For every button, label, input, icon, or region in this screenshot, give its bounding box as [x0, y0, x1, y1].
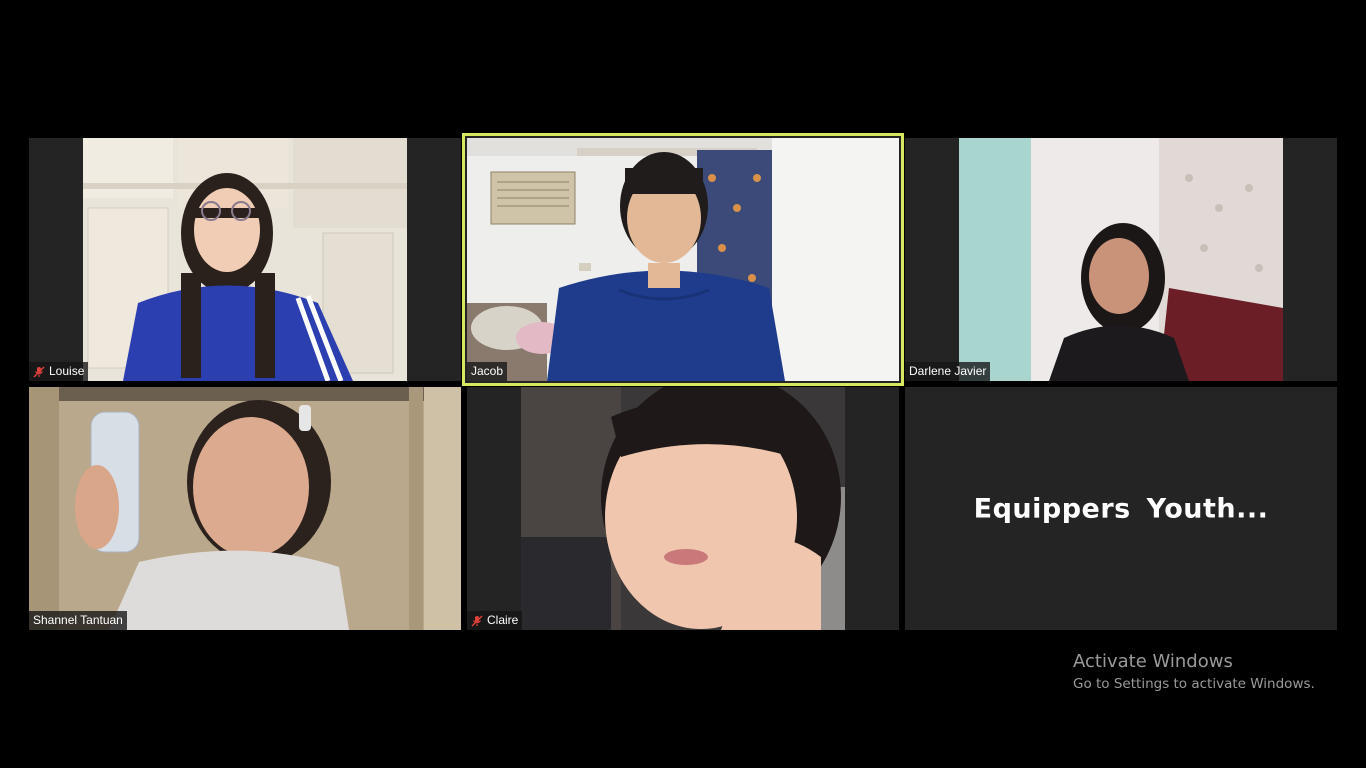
participant-video [29, 387, 461, 630]
participant-video [83, 138, 407, 381]
participant-video [521, 387, 845, 630]
participant-tile-louise[interactable]: Louise [29, 138, 461, 381]
participant-name: Louise [49, 364, 85, 378]
microphone-muted-icon [471, 615, 483, 626]
participant-video [467, 138, 899, 381]
watermark-title: Activate Windows [1073, 651, 1233, 672]
participant-name: Claire [487, 613, 519, 627]
participant-video [959, 138, 1283, 381]
participant-display-name: Equippers Youth... [973, 493, 1269, 524]
video-frame-image [83, 138, 407, 381]
participant-name-tag: Claire [467, 611, 523, 630]
participant-name-tag: Shannel Tantuan [29, 611, 127, 630]
video-frame-image [959, 138, 1283, 381]
participant-tile-equippers-youth[interactable]: Equippers Youth... [905, 387, 1337, 630]
participant-tile-claire[interactable]: Claire [467, 387, 899, 630]
video-frame-image [29, 387, 461, 630]
video-frame-image [467, 138, 899, 381]
participant-name: Darlene Javier [909, 364, 987, 378]
participant-name: Jacob [471, 364, 504, 378]
participant-name: Shannel Tantuan [33, 613, 123, 627]
microphone-muted-icon [33, 366, 45, 377]
video-frame-image [521, 387, 845, 630]
participant-name-tag: Jacob [467, 362, 508, 381]
activate-windows-watermark: Activate Windows Go to Settings to activ… [1073, 651, 1315, 695]
video-gallery: Louise Jacob Darlene Javier Shannel Tant… [0, 0, 1366, 768]
participant-tile-darlene-javier[interactable]: Darlene Javier [905, 138, 1337, 381]
participant-name-tag: Louise [29, 362, 89, 381]
participant-tile-jacob[interactable]: Jacob [462, 133, 904, 386]
participant-tile-shannel-tantuan[interactable]: Shannel Tantuan [29, 387, 461, 630]
participant-name-tag: Darlene Javier [905, 362, 991, 381]
watermark-subtitle: Go to Settings to activate Windows. [1073, 676, 1315, 692]
